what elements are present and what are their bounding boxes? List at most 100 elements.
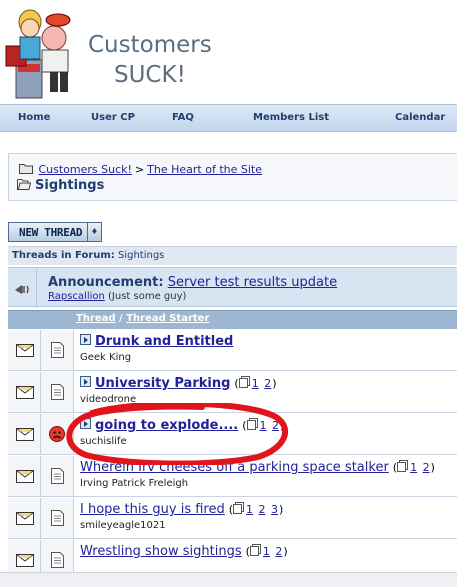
status-cell [8, 456, 41, 496]
thread-starter[interactable]: videodrone [80, 394, 136, 405]
announcement-title-line: Announcement: Server test results update [48, 275, 337, 290]
forum-bar-prefix: Threads in Forum [12, 250, 111, 261]
announcement-icon [15, 285, 29, 294]
thread-cell: Wherein Irv cheeses off a parking space … [74, 456, 457, 496]
open-folder-icon [17, 179, 31, 190]
thread-title-line: going to explode.... (1 2) [80, 418, 284, 433]
page-link[interactable]: 1 [252, 377, 259, 390]
go-to-first-unread-icon[interactable] [80, 418, 91, 429]
thread-title-link[interactable]: Drunk and Entitled [95, 334, 233, 349]
angry-face-icon [49, 426, 65, 442]
note-icon [51, 552, 64, 568]
dropdown-arrow-icon[interactable]: ♦ [87, 223, 101, 241]
breadcrumb: Customers Suck! > The Heart of the Site Si… [8, 153, 457, 201]
thread-cell: University Parking (1 2) videodrone [74, 372, 457, 412]
note-icon [51, 468, 64, 484]
envelope-icon [16, 554, 34, 567]
status-cell [8, 498, 41, 538]
thread-row: going to explode.... (1 2) suchislife [8, 414, 457, 455]
multipage-icon [249, 546, 259, 556]
nav-faq[interactable]: FAQ [172, 112, 194, 123]
mascot-logo-icon[interactable] [2, 2, 84, 102]
icon-cell [41, 330, 74, 370]
forum-title-bar: Threads in Forum: Sightings [8, 246, 457, 265]
page-link[interactable]: 2 [259, 503, 266, 516]
announcement-label: Announcement: [48, 275, 164, 290]
multipage-icon [233, 504, 243, 514]
announcement-author-line: Rapscallion (Just some guy) [48, 291, 186, 302]
nav-user-cp[interactable]: User CP [91, 112, 135, 123]
page-link[interactable]: 2 [264, 377, 271, 390]
page-link[interactable]: 3 [271, 503, 278, 516]
breadcrumb-link-heart[interactable]: The Heart of the Site [147, 163, 262, 176]
thread-pages: (1 2 3) [228, 503, 284, 516]
multipage-icon [246, 420, 256, 430]
thread-title-line: University Parking (1 2) [80, 376, 277, 391]
thread-title-line: Wrestling show sightings(1 2) [80, 544, 288, 559]
sort-by-thread-link[interactable]: Thread [76, 313, 116, 324]
page-link[interactable]: 2 [275, 545, 282, 558]
column-header-text: Thread / Thread Starter [76, 313, 209, 324]
nav-home[interactable]: Home [18, 112, 50, 123]
navbar: Home User CP FAQ Members List Calendar [0, 104, 457, 132]
page-link[interactable]: 2 [272, 419, 279, 432]
icon-cell [41, 498, 74, 538]
page-link[interactable]: 1 [260, 419, 267, 432]
forum-bar-colon: : [110, 250, 115, 261]
thread-title-link[interactable]: I hope this guy is fired [80, 502, 225, 517]
thread-cell: going to explode.... (1 2) suchislife [74, 414, 457, 454]
thread-title-line: I hope this guy is fired(1 2 3) [80, 502, 283, 517]
horizontal-scrollbar[interactable] [0, 572, 457, 587]
announcement-author-note: (Just some guy) [108, 291, 187, 302]
note-icon [51, 342, 64, 358]
note-icon [51, 384, 64, 400]
breadcrumb-link-home[interactable]: Customers Suck! [39, 163, 132, 176]
new-thread-label: NEW THREAD [19, 226, 83, 239]
status-cell [8, 330, 41, 370]
thread-pages: (1 2) [392, 461, 435, 474]
thread-starter[interactable]: Geek King [80, 352, 131, 363]
thread-title-link[interactable]: Wherein Irv cheeses off a parking space … [80, 460, 389, 475]
thread-row: Wherein Irv cheeses off a parking space … [8, 456, 457, 497]
sort-by-starter-link[interactable]: Thread Starter [126, 313, 209, 324]
thread-starter[interactable]: Irving Patrick Freleigh [80, 478, 188, 489]
go-to-first-unread-icon[interactable] [80, 334, 91, 345]
breadcrumb-separator: > [134, 163, 145, 176]
announcement-author[interactable]: Rapscallion [48, 291, 105, 302]
thread-column-header: Thread / Thread Starter [8, 310, 457, 329]
thread-cell: Drunk and Entitled Geek King [74, 330, 457, 370]
forum-bar-name: Sightings [117, 250, 165, 261]
thread-row: University Parking (1 2) videodrone [8, 372, 457, 413]
thread-title-link[interactable]: Wrestling show sightings [80, 544, 242, 559]
thread-title-link[interactable]: University Parking [95, 376, 230, 391]
page-link[interactable]: 1 [410, 461, 417, 474]
page-link[interactable]: 1 [263, 545, 270, 558]
thread-row: I hope this guy is fired(1 2 3) smileyeag… [8, 498, 457, 539]
envelope-icon [16, 428, 34, 441]
envelope-icon [16, 386, 34, 399]
site-logo-text[interactable]: Customers SUCK! [88, 30, 212, 90]
page-link[interactable]: 1 [246, 503, 253, 516]
page-title: Sightings [17, 178, 105, 193]
go-to-first-unread-icon[interactable] [80, 376, 91, 387]
logo-line-1: Customers [88, 32, 212, 58]
page-title-text: Sightings [35, 178, 105, 193]
folder-icon [19, 164, 33, 174]
thread-starter[interactable]: smileyeagle1021 [80, 520, 166, 531]
thread-title-link[interactable]: going to explode.... [95, 418, 238, 433]
thread-pages: (1 2) [245, 545, 288, 558]
announcement-link[interactable]: Server test results update [168, 275, 337, 290]
note-icon [51, 510, 64, 526]
page-link[interactable]: 2 [423, 461, 430, 474]
forum-bar-text: Threads in Forum: Sightings [12, 250, 164, 261]
envelope-icon [16, 512, 34, 525]
nav-members-list[interactable]: Members List [253, 112, 329, 123]
column-divider [36, 268, 37, 308]
logo-line-2: SUCK! [114, 62, 186, 88]
column-header-slash: / [119, 313, 123, 324]
nav-calendar[interactable]: Calendar [395, 112, 445, 123]
new-thread-button[interactable]: NEW THREAD ♦ [8, 222, 102, 242]
thread-cell: I hope this guy is fired(1 2 3) smileyeag… [74, 498, 457, 538]
thread-starter[interactable]: suchislife [80, 436, 127, 447]
icon-cell [41, 372, 74, 412]
